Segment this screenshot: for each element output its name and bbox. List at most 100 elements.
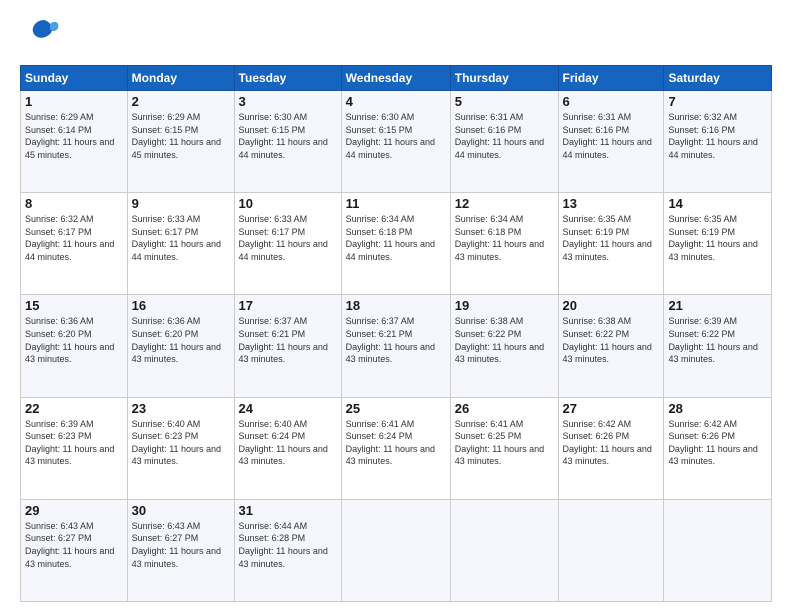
day-info: Sunrise: 6:36 AM Sunset: 6:20 PM Dayligh… [25, 315, 123, 365]
day-info: Sunrise: 6:34 AM Sunset: 6:18 PM Dayligh… [346, 213, 446, 263]
day-number: 21 [668, 298, 767, 313]
day-info: Sunrise: 6:41 AM Sunset: 6:25 PM Dayligh… [455, 418, 554, 468]
calendar-header-row: Sunday Monday Tuesday Wednesday Thursday… [21, 66, 772, 91]
day-number: 4 [346, 94, 446, 109]
day-number: 11 [346, 196, 446, 211]
day-info: Sunrise: 6:42 AM Sunset: 6:26 PM Dayligh… [668, 418, 767, 468]
day-cell-5: 5 Sunrise: 6:31 AM Sunset: 6:16 PM Dayli… [450, 91, 558, 193]
logo-bird-icon [26, 14, 62, 55]
day-info: Sunrise: 6:30 AM Sunset: 6:15 PM Dayligh… [346, 111, 446, 161]
day-number: 7 [668, 94, 767, 109]
day-info: Sunrise: 6:32 AM Sunset: 6:17 PM Dayligh… [25, 213, 123, 263]
day-number: 27 [563, 401, 660, 416]
day-number: 1 [25, 94, 123, 109]
day-info: Sunrise: 6:43 AM Sunset: 6:27 PM Dayligh… [25, 520, 123, 570]
day-cell-null [664, 499, 772, 601]
day-cell-28: 28 Sunrise: 6:42 AM Sunset: 6:26 PM Dayl… [664, 397, 772, 499]
day-number: 28 [668, 401, 767, 416]
col-wednesday: Wednesday [341, 66, 450, 91]
day-number: 23 [132, 401, 230, 416]
day-info: Sunrise: 6:32 AM Sunset: 6:16 PM Dayligh… [668, 111, 767, 161]
day-info: Sunrise: 6:33 AM Sunset: 6:17 PM Dayligh… [132, 213, 230, 263]
day-cell-29: 29 Sunrise: 6:43 AM Sunset: 6:27 PM Dayl… [21, 499, 128, 601]
col-sunday: Sunday [21, 66, 128, 91]
day-cell-11: 11 Sunrise: 6:34 AM Sunset: 6:18 PM Dayl… [341, 193, 450, 295]
day-number: 24 [239, 401, 337, 416]
day-number: 14 [668, 196, 767, 211]
page: Sunday Monday Tuesday Wednesday Thursday… [0, 0, 792, 612]
header [20, 18, 772, 55]
day-info: Sunrise: 6:29 AM Sunset: 6:14 PM Dayligh… [25, 111, 123, 161]
day-info: Sunrise: 6:38 AM Sunset: 6:22 PM Dayligh… [455, 315, 554, 365]
day-cell-18: 18 Sunrise: 6:37 AM Sunset: 6:21 PM Dayl… [341, 295, 450, 397]
logo [20, 18, 62, 55]
day-number: 8 [25, 196, 123, 211]
day-info: Sunrise: 6:41 AM Sunset: 6:24 PM Dayligh… [346, 418, 446, 468]
day-info: Sunrise: 6:31 AM Sunset: 6:16 PM Dayligh… [563, 111, 660, 161]
day-info: Sunrise: 6:36 AM Sunset: 6:20 PM Dayligh… [132, 315, 230, 365]
day-cell-24: 24 Sunrise: 6:40 AM Sunset: 6:24 PM Dayl… [234, 397, 341, 499]
day-cell-16: 16 Sunrise: 6:36 AM Sunset: 6:20 PM Dayl… [127, 295, 234, 397]
day-cell-19: 19 Sunrise: 6:38 AM Sunset: 6:22 PM Dayl… [450, 295, 558, 397]
day-cell-26: 26 Sunrise: 6:41 AM Sunset: 6:25 PM Dayl… [450, 397, 558, 499]
day-cell-21: 21 Sunrise: 6:39 AM Sunset: 6:22 PM Dayl… [664, 295, 772, 397]
day-info: Sunrise: 6:39 AM Sunset: 6:22 PM Dayligh… [668, 315, 767, 365]
day-info: Sunrise: 6:42 AM Sunset: 6:26 PM Dayligh… [563, 418, 660, 468]
day-cell-3: 3 Sunrise: 6:30 AM Sunset: 6:15 PM Dayli… [234, 91, 341, 193]
day-cell-15: 15 Sunrise: 6:36 AM Sunset: 6:20 PM Dayl… [21, 295, 128, 397]
day-number: 26 [455, 401, 554, 416]
calendar-table: Sunday Monday Tuesday Wednesday Thursday… [20, 65, 772, 602]
day-cell-10: 10 Sunrise: 6:33 AM Sunset: 6:17 PM Dayl… [234, 193, 341, 295]
day-cell-8: 8 Sunrise: 6:32 AM Sunset: 6:17 PM Dayli… [21, 193, 128, 295]
day-number: 16 [132, 298, 230, 313]
calendar-week-row: 15 Sunrise: 6:36 AM Sunset: 6:20 PM Dayl… [21, 295, 772, 397]
day-number: 18 [346, 298, 446, 313]
day-cell-2: 2 Sunrise: 6:29 AM Sunset: 6:15 PM Dayli… [127, 91, 234, 193]
day-number: 10 [239, 196, 337, 211]
calendar-week-row: 22 Sunrise: 6:39 AM Sunset: 6:23 PM Dayl… [21, 397, 772, 499]
col-friday: Friday [558, 66, 664, 91]
day-number: 20 [563, 298, 660, 313]
day-number: 12 [455, 196, 554, 211]
day-number: 6 [563, 94, 660, 109]
day-info: Sunrise: 6:30 AM Sunset: 6:15 PM Dayligh… [239, 111, 337, 161]
calendar-week-row: 8 Sunrise: 6:32 AM Sunset: 6:17 PM Dayli… [21, 193, 772, 295]
day-cell-7: 7 Sunrise: 6:32 AM Sunset: 6:16 PM Dayli… [664, 91, 772, 193]
day-number: 9 [132, 196, 230, 211]
day-cell-null [341, 499, 450, 601]
day-info: Sunrise: 6:37 AM Sunset: 6:21 PM Dayligh… [239, 315, 337, 365]
day-cell-20: 20 Sunrise: 6:38 AM Sunset: 6:22 PM Dayl… [558, 295, 664, 397]
day-info: Sunrise: 6:40 AM Sunset: 6:24 PM Dayligh… [239, 418, 337, 468]
day-cell-6: 6 Sunrise: 6:31 AM Sunset: 6:16 PM Dayli… [558, 91, 664, 193]
day-number: 29 [25, 503, 123, 518]
day-info: Sunrise: 6:35 AM Sunset: 6:19 PM Dayligh… [563, 213, 660, 263]
day-number: 25 [346, 401, 446, 416]
day-cell-17: 17 Sunrise: 6:37 AM Sunset: 6:21 PM Dayl… [234, 295, 341, 397]
day-cell-9: 9 Sunrise: 6:33 AM Sunset: 6:17 PM Dayli… [127, 193, 234, 295]
col-tuesday: Tuesday [234, 66, 341, 91]
col-thursday: Thursday [450, 66, 558, 91]
day-cell-27: 27 Sunrise: 6:42 AM Sunset: 6:26 PM Dayl… [558, 397, 664, 499]
day-cell-22: 22 Sunrise: 6:39 AM Sunset: 6:23 PM Dayl… [21, 397, 128, 499]
day-info: Sunrise: 6:38 AM Sunset: 6:22 PM Dayligh… [563, 315, 660, 365]
day-info: Sunrise: 6:43 AM Sunset: 6:27 PM Dayligh… [132, 520, 230, 570]
day-info: Sunrise: 6:39 AM Sunset: 6:23 PM Dayligh… [25, 418, 123, 468]
day-info: Sunrise: 6:29 AM Sunset: 6:15 PM Dayligh… [132, 111, 230, 161]
day-info: Sunrise: 6:35 AM Sunset: 6:19 PM Dayligh… [668, 213, 767, 263]
day-number: 30 [132, 503, 230, 518]
day-cell-13: 13 Sunrise: 6:35 AM Sunset: 6:19 PM Dayl… [558, 193, 664, 295]
day-cell-30: 30 Sunrise: 6:43 AM Sunset: 6:27 PM Dayl… [127, 499, 234, 601]
day-cell-25: 25 Sunrise: 6:41 AM Sunset: 6:24 PM Dayl… [341, 397, 450, 499]
day-cell-1: 1 Sunrise: 6:29 AM Sunset: 6:14 PM Dayli… [21, 91, 128, 193]
day-number: 17 [239, 298, 337, 313]
day-number: 5 [455, 94, 554, 109]
day-number: 22 [25, 401, 123, 416]
day-info: Sunrise: 6:31 AM Sunset: 6:16 PM Dayligh… [455, 111, 554, 161]
day-number: 13 [563, 196, 660, 211]
day-number: 2 [132, 94, 230, 109]
day-cell-4: 4 Sunrise: 6:30 AM Sunset: 6:15 PM Dayli… [341, 91, 450, 193]
calendar-week-row: 1 Sunrise: 6:29 AM Sunset: 6:14 PM Dayli… [21, 91, 772, 193]
calendar-week-row: 29 Sunrise: 6:43 AM Sunset: 6:27 PM Dayl… [21, 499, 772, 601]
day-cell-31: 31 Sunrise: 6:44 AM Sunset: 6:28 PM Dayl… [234, 499, 341, 601]
day-cell-23: 23 Sunrise: 6:40 AM Sunset: 6:23 PM Dayl… [127, 397, 234, 499]
